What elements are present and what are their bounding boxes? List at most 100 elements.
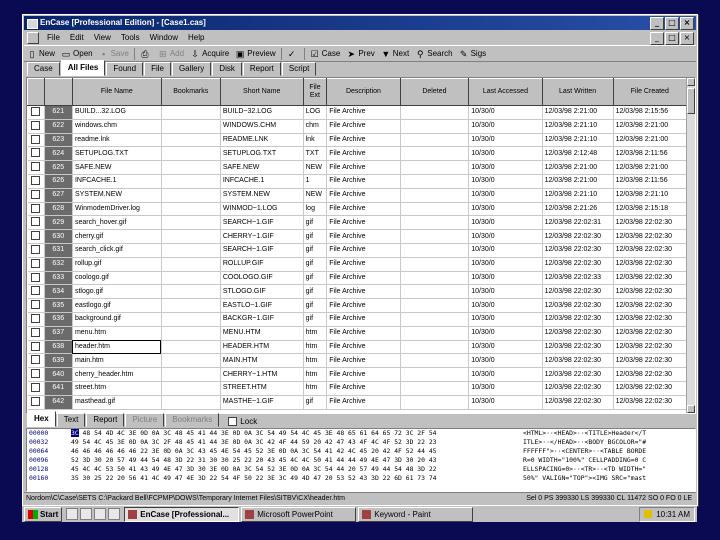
table-row[interactable]: 631 search_click.gif SEARCH~1.GIF gif File A…: [27, 243, 688, 258]
row-checkbox-cell[interactable]: [27, 284, 45, 300]
table-row[interactable]: 639 main.htm MAIN.HTM htm File Archive 10/30/…: [27, 353, 688, 369]
lock-checkbox[interactable]: [228, 416, 238, 426]
row-checkbox[interactable]: [31, 107, 41, 117]
toolbar-button-4[interactable]: ⊞ Add: [155, 47, 187, 60]
pane-tab-hex[interactable]: Hex: [27, 411, 56, 427]
row-checkbox-cell[interactable]: [27, 188, 45, 203]
row-checkbox[interactable]: [31, 272, 41, 282]
menu-file[interactable]: File: [42, 33, 65, 42]
menu-view[interactable]: View: [89, 33, 116, 42]
toolbar-button-5[interactable]: ⇩ Acquire: [187, 47, 232, 60]
row-checkbox-cell[interactable]: [27, 326, 45, 341]
mdi-close-button[interactable]: ×: [680, 32, 694, 45]
row-checkbox[interactable]: [31, 258, 41, 268]
pane-tab-picture[interactable]: Picture: [125, 413, 165, 427]
pane-tab-report[interactable]: Report: [86, 413, 125, 427]
close-button[interactable]: ×: [680, 17, 694, 30]
row-checkbox[interactable]: [31, 327, 41, 337]
toolbar-button-10[interactable]: ▼ Next: [378, 47, 412, 60]
column-header[interactable]: Last Written: [541, 78, 614, 106]
channels-icon[interactable]: [108, 508, 121, 520]
table-row[interactable]: 637 menu.htm MENU.HTM htm File Archive 10/30/…: [27, 326, 688, 341]
row-checkbox-cell[interactable]: [27, 174, 45, 189]
document-icon[interactable]: [27, 31, 39, 44]
table-row[interactable]: 628 WinmodemDriver.log WINMOD~1.LOG log File…: [27, 202, 688, 217]
table-row[interactable]: 627 SYSTEM.NEW SYSTEM.NEW NEW File Archive 10…: [27, 188, 688, 203]
table-row[interactable]: 621 BUILD...32.LOG BUILD~32.LOG LOG File Arc…: [27, 105, 688, 120]
table-row[interactable]: 633 coologo.gif COOLOGO.GIF gif File Archive…: [27, 271, 688, 286]
table-row[interactable]: 622 windows.chm WINDOWS.CHM chm File Archive…: [27, 119, 688, 134]
file-table[interactable]: File Name Bookmarks Short Name File Ext Desc…: [26, 77, 696, 414]
row-checkbox[interactable]: [31, 300, 41, 310]
row-checkbox-cell[interactable]: [27, 367, 45, 382]
table-row[interactable]: 641 street.htm STREET.HTM htm File Archive 10…: [27, 381, 688, 396]
row-checkbox[interactable]: [31, 314, 41, 323]
column-header[interactable]: Description: [326, 78, 401, 106]
toolbar-button-0[interactable]: ▯ New: [24, 47, 58, 60]
row-checkbox[interactable]: [31, 176, 41, 186]
maximize-button[interactable]: □: [665, 17, 679, 30]
volume-icon[interactable]: [644, 510, 653, 518]
row-checkbox[interactable]: [31, 286, 41, 296]
title-bar[interactable]: EnCase [Professional Edition] - [Case1.c…: [24, 16, 696, 30]
column-header[interactable]: Bookmarks: [160, 78, 221, 106]
tab-all-files[interactable]: All Files: [60, 60, 106, 76]
tab-file[interactable]: File: [144, 62, 171, 76]
row-checkbox-cell[interactable]: [27, 340, 45, 355]
toolbar-button-7[interactable]: ✓: [284, 47, 302, 60]
email-icon[interactable]: [94, 508, 107, 520]
app-icon[interactable]: [27, 19, 38, 29]
toolbar-button-3[interactable]: ⎙: [137, 47, 155, 60]
row-checkbox[interactable]: [31, 134, 41, 144]
column-header[interactable]: [27, 78, 45, 106]
menu-edit[interactable]: Edit: [65, 33, 89, 42]
row-checkbox[interactable]: [31, 120, 41, 130]
table-row[interactable]: 634 stlogo.gif STLOGO.GIF gif File Archive 10…: [27, 284, 688, 300]
row-checkbox[interactable]: [31, 245, 41, 255]
row-checkbox[interactable]: [31, 217, 41, 227]
row-checkbox-cell[interactable]: [27, 271, 45, 286]
scroll-up-button[interactable]: [687, 78, 695, 86]
row-checkbox[interactable]: [31, 162, 41, 172]
taskbar-task-0[interactable]: EnCase [Professional...: [124, 506, 240, 522]
column-header[interactable]: [43, 78, 73, 106]
row-checkbox[interactable]: [31, 355, 41, 365]
tab-case[interactable]: Case: [27, 62, 60, 76]
row-checkbox-cell[interactable]: [27, 243, 45, 258]
pane-tab-text[interactable]: Text: [56, 413, 86, 427]
row-checkbox[interactable]: [31, 231, 41, 241]
tab-script[interactable]: Script: [281, 62, 317, 76]
row-checkbox-cell[interactable]: [27, 215, 45, 231]
column-header[interactable]: Last Accessed: [468, 78, 543, 106]
row-checkbox-cell[interactable]: [27, 353, 45, 369]
row-checkbox[interactable]: [31, 148, 41, 158]
table-row[interactable]: 630 cherry.gif CHERRY~1.GIF gif File Archive…: [27, 229, 688, 244]
row-checkbox-cell[interactable]: [27, 202, 45, 217]
table-row[interactable]: 626 INFCACHE.1 INFCACHE.1 1 File Archive 10/3…: [27, 174, 688, 189]
column-header[interactable]: File Name: [71, 78, 162, 106]
scroll-down-button[interactable]: [687, 405, 695, 413]
row-checkbox[interactable]: [31, 341, 41, 351]
tab-found[interactable]: Found: [106, 62, 144, 76]
tab-gallery[interactable]: Gallery: [171, 62, 212, 76]
column-header[interactable]: Deleted: [399, 78, 470, 106]
pane-tab-bookmarks[interactable]: Bookmarks: [165, 413, 220, 427]
toolbar-button-2[interactable]: ▪ Save: [96, 47, 132, 60]
table-row[interactable]: 624 SETUPLOG.TXT SETUPLOG.TXT TXT File Archi…: [27, 146, 688, 162]
menu-window[interactable]: Window: [145, 33, 183, 42]
toolbar-button-6[interactable]: ▣ Preview: [232, 47, 278, 60]
row-checkbox-cell[interactable]: [27, 298, 45, 313]
lock-toggle[interactable]: Lock: [228, 415, 257, 427]
taskbar-task-2[interactable]: Keyword - Paint: [358, 506, 474, 522]
toolbar-button-9[interactable]: ➤ Prev: [343, 47, 377, 60]
column-header[interactable]: Short Name: [219, 78, 304, 106]
table-row[interactable]: 625 SAFE.NEW SAFE.NEW NEW File Archive 10/30/…: [27, 160, 688, 175]
row-checkbox-cell[interactable]: [27, 381, 45, 396]
toolbar-button-1[interactable]: ▭ Open: [58, 47, 96, 60]
column-header[interactable]: File Ext: [302, 78, 328, 106]
column-header[interactable]: File Created: [612, 78, 688, 106]
row-checkbox[interactable]: [31, 203, 41, 213]
toolbar-button-8[interactable]: ☑ Case: [307, 47, 344, 60]
row-checkbox-cell[interactable]: [27, 105, 45, 120]
row-checkbox[interactable]: [31, 396, 41, 406]
